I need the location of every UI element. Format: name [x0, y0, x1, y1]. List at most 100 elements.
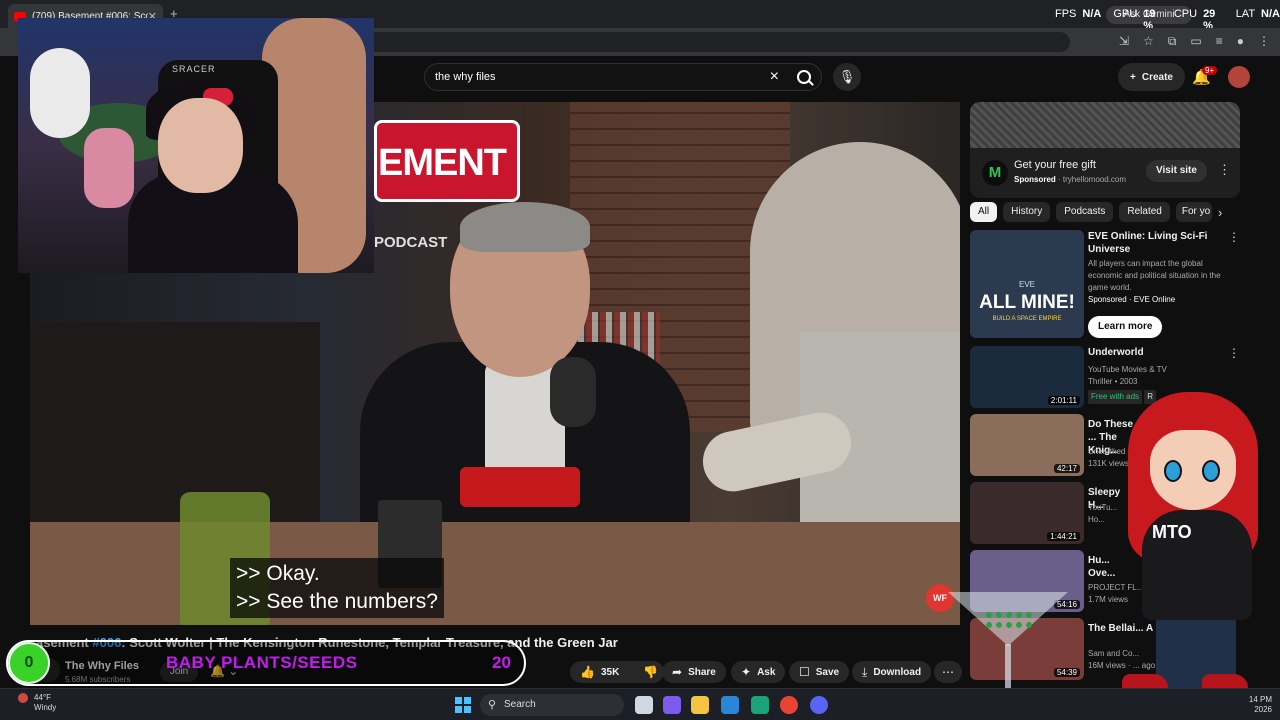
download-icon: ⤓ [862, 664, 868, 679]
thumbs-up-icon[interactable]: 👍 [580, 665, 595, 679]
thumb-headline: ALL MINE! [979, 292, 1075, 313]
plush-toy-pink [84, 128, 134, 208]
extensions-icon[interactable]: ⧉ [1168, 34, 1177, 49]
ad-sponsored-label: Sponsored [1014, 175, 1056, 184]
cpu-label: CPU [1173, 8, 1198, 20]
copilot-icon[interactable] [663, 696, 681, 714]
rec-thumbnail[interactable]: 42:17 [970, 414, 1084, 476]
reading-list-icon[interactable]: ≡ [1216, 34, 1223, 49]
rec-thumbnail[interactable]: 1:44:21 [970, 482, 1084, 544]
create-button[interactable]: + Create [1118, 63, 1185, 91]
rec-thumbnail[interactable]: EVE ALL MINE! BUILD A SPACE EMPIRE [970, 230, 1084, 338]
chip-for-you[interactable]: For yo [1175, 202, 1212, 222]
download-label: Download [873, 666, 922, 678]
discord-icon[interactable] [810, 696, 828, 714]
clock-date: 2026 [1254, 705, 1272, 714]
chip-podcasts[interactable]: Podcasts [1056, 202, 1114, 222]
rec-title[interactable]: EVE Online: Living Sci-Fi Universe [1088, 230, 1224, 256]
clear-search-icon[interactable]: × [770, 68, 779, 86]
rec-sponsored: Sponsored · EVE Online [1088, 295, 1176, 304]
rec-item-eve[interactable]: EVE ALL MINE! BUILD A SPACE EMPIRE EVE O… [970, 230, 1240, 340]
streamer-face [158, 98, 243, 193]
chip-all[interactable]: All [970, 202, 998, 222]
rec-thumbnail[interactable]: 2:01:11 [970, 346, 1084, 408]
save-button[interactable]: ☐ Save [789, 661, 850, 683]
ad-title[interactable]: Get your free gift [1014, 159, 1096, 171]
mascot-face [1150, 430, 1236, 510]
chip-history[interactable]: History [1003, 202, 1051, 222]
plush-toy [30, 48, 90, 138]
visit-site-button[interactable]: Visit site [1146, 160, 1207, 182]
filter-chips: All History Podcasts Related For yo [970, 202, 1212, 222]
learn-more-button[interactable]: Learn more [1088, 316, 1163, 338]
toolbar-icons: ⇲ ☆ ⧉ ▭ ≡ ● ⋮ [1119, 34, 1270, 49]
rec-duration: 1:44:21 [1047, 532, 1080, 541]
system-clock[interactable]: 14 PM 2026 [1249, 695, 1272, 715]
thumb-sub: BUILD A SPACE EMPIRE [992, 316, 1062, 322]
windows-start-icon[interactable] [455, 697, 471, 713]
rec-channel: YouTube Movies & TV [1088, 365, 1167, 374]
search-icon[interactable] [797, 70, 811, 84]
sponsored-ad-card[interactable]: M Get your free gift Sponsored · tryhell… [970, 102, 1240, 198]
file-explorer-icon[interactable] [691, 696, 709, 714]
profile-icon[interactable]: ● [1237, 34, 1244, 49]
sparkle-icon: ✦ [741, 665, 752, 679]
ad-menu-icon[interactable]: ⋮ [1218, 162, 1231, 178]
chair-brand: SRACER [172, 64, 216, 74]
rec-menu-icon[interactable]: ⋮ [1228, 230, 1240, 244]
chip-related[interactable]: Related [1119, 202, 1170, 222]
clock-time: 14 PM [1248, 695, 1272, 704]
windows-taskbar: 44°F Windy Search 14 PM 2026 [0, 688, 1280, 720]
podcast-text: PODCAST [374, 234, 448, 251]
ad-subline: Sponsored · tryhellomood.com [1014, 175, 1127, 184]
bookmark-star-icon[interactable]: ☆ [1143, 34, 1154, 49]
fps-label: FPS [1055, 8, 1077, 20]
rec-meta: Thriller • 2003 [1088, 377, 1138, 386]
thumbs-down-icon[interactable]: 👎 [643, 665, 658, 679]
edge-icon[interactable] [721, 696, 739, 714]
rec-menu-icon[interactable]: ⋮ [1228, 346, 1240, 360]
taskbar-search[interactable]: Search [480, 694, 624, 716]
rec-meta: Ho... [1088, 515, 1105, 524]
caption-line-2: >> See the numbers? [236, 590, 438, 613]
ad-banner-image [970, 102, 1240, 148]
app-icon[interactable] [751, 696, 769, 714]
gpu-label: GPU [1113, 8, 1138, 20]
lat-label: LAT [1235, 8, 1256, 20]
mascot-eye-left [1164, 460, 1182, 482]
chips-next-icon[interactable]: › [1218, 205, 1222, 220]
save-label: Save [815, 666, 840, 678]
share-icon: ➦ [672, 665, 683, 679]
ad-logo: M [982, 160, 1008, 186]
ad-domain: tryhellomood.com [1062, 175, 1127, 184]
like-count[interactable]: 35K [601, 667, 619, 678]
chrome-icon[interactable] [780, 696, 798, 714]
install-icon[interactable]: ⇲ [1119, 34, 1129, 49]
lat-value: N/A [1261, 8, 1280, 20]
search-input[interactable]: the why files [435, 71, 770, 83]
rec-duration: 2:01:11 [1047, 396, 1080, 405]
download-button[interactable]: ⤓ Download [852, 661, 932, 683]
ask-button[interactable]: ✦ Ask [731, 661, 786, 683]
goal-text: BABY PLANTS/SEEDS [166, 653, 358, 672]
account-avatar[interactable] [1228, 66, 1250, 88]
share-button[interactable]: ➦ Share [662, 661, 726, 683]
voice-search-icon[interactable]: 🎙 [833, 63, 861, 91]
goal-count-left: 0 [8, 642, 50, 684]
plus-icon: + [1130, 71, 1136, 83]
task-view-icon[interactable] [635, 696, 653, 714]
weather-condition: Windy [34, 703, 57, 712]
cast-icon[interactable]: ▭ [1190, 34, 1201, 49]
weather-alert-icon [18, 693, 28, 703]
ask-label: Ask [757, 666, 776, 678]
like-dislike-group: 👍 35K 👎 [570, 661, 664, 683]
rec-title[interactable]: Underworld [1088, 346, 1224, 359]
vtuber-mascot: MTO [1118, 392, 1268, 702]
notification-count-badge: 9+ [1202, 66, 1218, 75]
caption-line-1: >> Okay. [236, 562, 320, 585]
share-label: Share [688, 666, 716, 678]
sign-text: EMENT [378, 142, 507, 184]
search-box[interactable]: the why files × [424, 63, 822, 91]
rec-channel: YouTu... [1088, 503, 1118, 512]
menu-icon[interactable]: ⋮ [1258, 34, 1270, 49]
